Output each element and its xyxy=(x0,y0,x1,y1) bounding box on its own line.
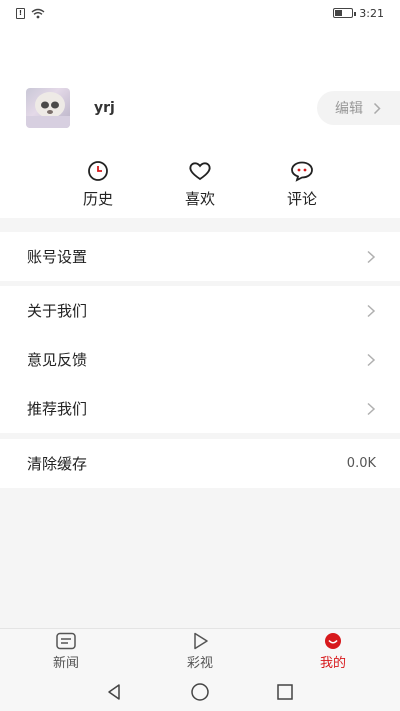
feedback-label: 意见反馈 xyxy=(27,351,88,369)
about-us-label: 关于我们 xyxy=(27,302,88,320)
comments-label: 评论 xyxy=(286,190,317,208)
likes-button[interactable]: 喜欢 xyxy=(170,160,230,209)
username: yrj xyxy=(94,100,115,116)
status-left: ! xyxy=(16,7,45,19)
feedback-row[interactable]: 意见反馈 xyxy=(0,335,400,384)
account-settings-label: 账号设置 xyxy=(27,248,88,266)
likes-label: 喜欢 xyxy=(184,190,215,208)
system-nav-bar xyxy=(0,673,400,711)
quick-actions: 历史 喜欢 评论 xyxy=(0,160,400,210)
recents-icon[interactable] xyxy=(276,683,294,701)
chevron-right-icon xyxy=(367,250,376,263)
chevron-right-icon xyxy=(367,402,376,415)
account-settings-row[interactable]: 账号设置 xyxy=(0,232,400,281)
news-icon xyxy=(56,632,76,650)
edit-profile-button[interactable]: 编辑 xyxy=(317,91,400,125)
nav-mine-label: 我的 xyxy=(319,656,346,671)
edit-label: 编辑 xyxy=(335,101,363,117)
history-label: 历史 xyxy=(82,190,113,208)
battery-icon xyxy=(333,8,357,18)
profile-card: yrj 编辑 历史 喜欢 评论 xyxy=(0,26,400,218)
nav-news-label: 新闻 xyxy=(52,656,79,671)
chevron-right-icon xyxy=(367,353,376,366)
heart-icon xyxy=(189,162,211,181)
bottom-nav: 新闻 彩视 我的 xyxy=(0,628,400,673)
comments-button[interactable]: 评论 xyxy=(272,160,332,209)
home-icon[interactable] xyxy=(190,682,210,702)
clear-cache-label: 清除缓存 xyxy=(27,455,88,473)
nav-video-label: 彩视 xyxy=(186,656,213,671)
clear-cache-row[interactable]: 清除缓存 0.0K xyxy=(0,439,400,488)
recommend-us-label: 推荐我们 xyxy=(27,400,88,418)
info-section: 关于我们 意见反馈 推荐我们 xyxy=(0,286,400,433)
about-us-row[interactable]: 关于我们 xyxy=(0,286,400,335)
status-bar: ! 3:21 xyxy=(0,0,400,26)
status-time: 3:21 xyxy=(359,6,384,20)
nav-news[interactable]: 新闻 xyxy=(36,632,96,671)
play-icon xyxy=(194,632,208,650)
account-section: 账号设置 xyxy=(0,232,400,281)
back-icon[interactable] xyxy=(105,683,123,701)
history-button[interactable]: 历史 xyxy=(68,160,128,209)
comment-icon xyxy=(291,161,313,182)
avatar[interactable] xyxy=(26,88,70,128)
nav-mine[interactable]: 我的 xyxy=(303,632,363,671)
cache-size: 0.0K xyxy=(346,456,376,471)
sim-alert-icon: ! xyxy=(16,7,25,19)
wifi-icon xyxy=(31,8,45,18)
nav-video[interactable]: 彩视 xyxy=(170,632,230,671)
cache-section: 清除缓存 0.0K xyxy=(0,439,400,488)
chevron-right-icon xyxy=(373,102,381,114)
chevron-right-icon xyxy=(367,304,376,317)
status-right: 3:21 xyxy=(333,7,384,20)
recommend-us-row[interactable]: 推荐我们 xyxy=(0,384,400,433)
clock-icon xyxy=(88,161,108,181)
smile-icon xyxy=(325,633,341,649)
